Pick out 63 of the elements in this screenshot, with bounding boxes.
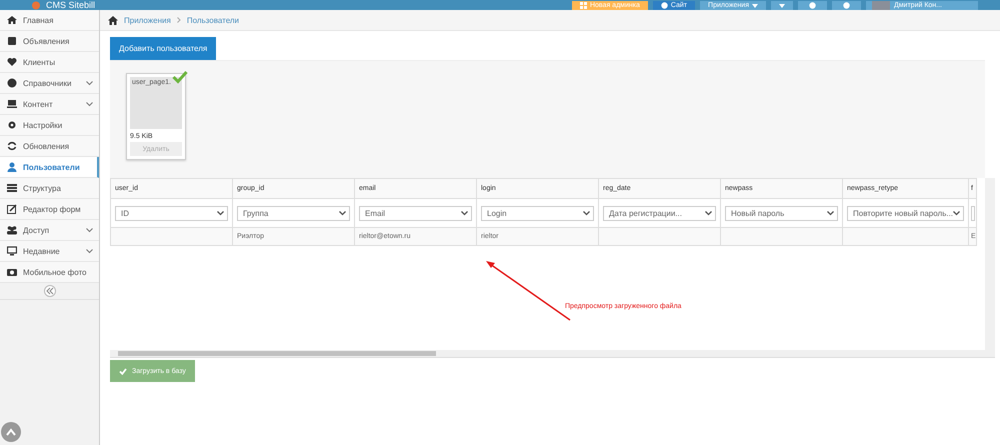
- column-select[interactable]: Login: [481, 206, 594, 220]
- list-icon: [7, 183, 17, 193]
- home-icon: [7, 15, 17, 25]
- file-thumbnail: [130, 77, 182, 129]
- column-select[interactable]: Email: [359, 206, 472, 220]
- dropdown-button[interactable]: [771, 1, 793, 10]
- chevron-down-icon: [86, 80, 93, 86]
- logo-icon: [30, 0, 42, 10]
- sidebar-item[interactable]: Главная: [0, 10, 99, 31]
- refresh-icon: [7, 141, 17, 151]
- avatar: [872, 1, 890, 10]
- breadcrumb-link[interactable]: Приложения: [124, 16, 171, 24]
- chevron-right-icon: [176, 17, 181, 23]
- chevron-down-icon: [217, 210, 224, 216]
- sidebar-item[interactable]: Пользователи: [0, 157, 99, 178]
- sidebar-item[interactable]: Объявления: [0, 31, 99, 52]
- laptop-icon: [7, 99, 17, 109]
- heart-icon: [7, 57, 17, 67]
- chevron-down-icon: [339, 210, 346, 216]
- caret-icon: [779, 4, 785, 8]
- chevron-down-icon: [461, 210, 468, 216]
- book-icon: [7, 36, 17, 46]
- chevron-down-icon: [827, 210, 834, 216]
- chevron-down-icon: [583, 210, 590, 216]
- column-select[interactable]: [971, 206, 976, 220]
- sidebar-item[interactable]: Редактор форм: [0, 199, 99, 220]
- sidebar-item[interactable]: Структура: [0, 178, 99, 199]
- camera-icon: [7, 267, 17, 277]
- sidebar-item[interactable]: Доступ: [0, 220, 99, 241]
- checkmark-icon: [119, 368, 127, 374]
- chevron-down-icon: [953, 210, 960, 216]
- sidebar-item[interactable]: Справочники: [0, 73, 99, 94]
- sidebar-item[interactable]: Настройки: [0, 115, 99, 136]
- horizontal-scrollbar[interactable]: [110, 350, 995, 357]
- breadcrumb-link[interactable]: Пользователи: [186, 16, 240, 24]
- caret-icon: [752, 4, 758, 8]
- scroll-top-button[interactable]: [1, 422, 21, 442]
- sidebar-item[interactable]: Мобильное фото: [0, 262, 99, 283]
- collapse-button[interactable]: [44, 285, 56, 297]
- chevron-down-icon: [705, 210, 712, 216]
- column-select[interactable]: Группа: [237, 206, 350, 220]
- add-user-button[interactable]: Добавить пользователя: [110, 37, 216, 60]
- icon-button[interactable]: [798, 1, 827, 10]
- edit-icon: [7, 204, 17, 214]
- icon-button[interactable]: [832, 1, 861, 10]
- gear-icon: [7, 120, 17, 130]
- users-icon: [7, 225, 17, 235]
- chevron-down-icon: [86, 102, 93, 106]
- column-select[interactable]: ID: [115, 206, 228, 220]
- chevron-up-icon: [6, 428, 16, 436]
- sidebar-item[interactable]: Контент: [0, 94, 99, 115]
- column-select[interactable]: Повторите новый пароль...: [847, 206, 964, 220]
- column-select[interactable]: Дата регистрации...: [603, 206, 716, 220]
- sidebar-item[interactable]: Обновления: [0, 136, 99, 157]
- monitor-icon: [7, 246, 17, 256]
- home-icon: [108, 16, 118, 24]
- chevron-down-icon: [86, 228, 93, 232]
- sidebar-item[interactable]: Клиенты: [0, 52, 99, 73]
- column-select[interactable]: Новый пароль: [725, 206, 838, 220]
- logo-text: CMS Sitebill: [46, 0, 96, 10]
- sidebar-item[interactable]: Недавние: [0, 241, 99, 262]
- chevron-down-icon: [86, 248, 93, 254]
- user-icon: [7, 162, 17, 172]
